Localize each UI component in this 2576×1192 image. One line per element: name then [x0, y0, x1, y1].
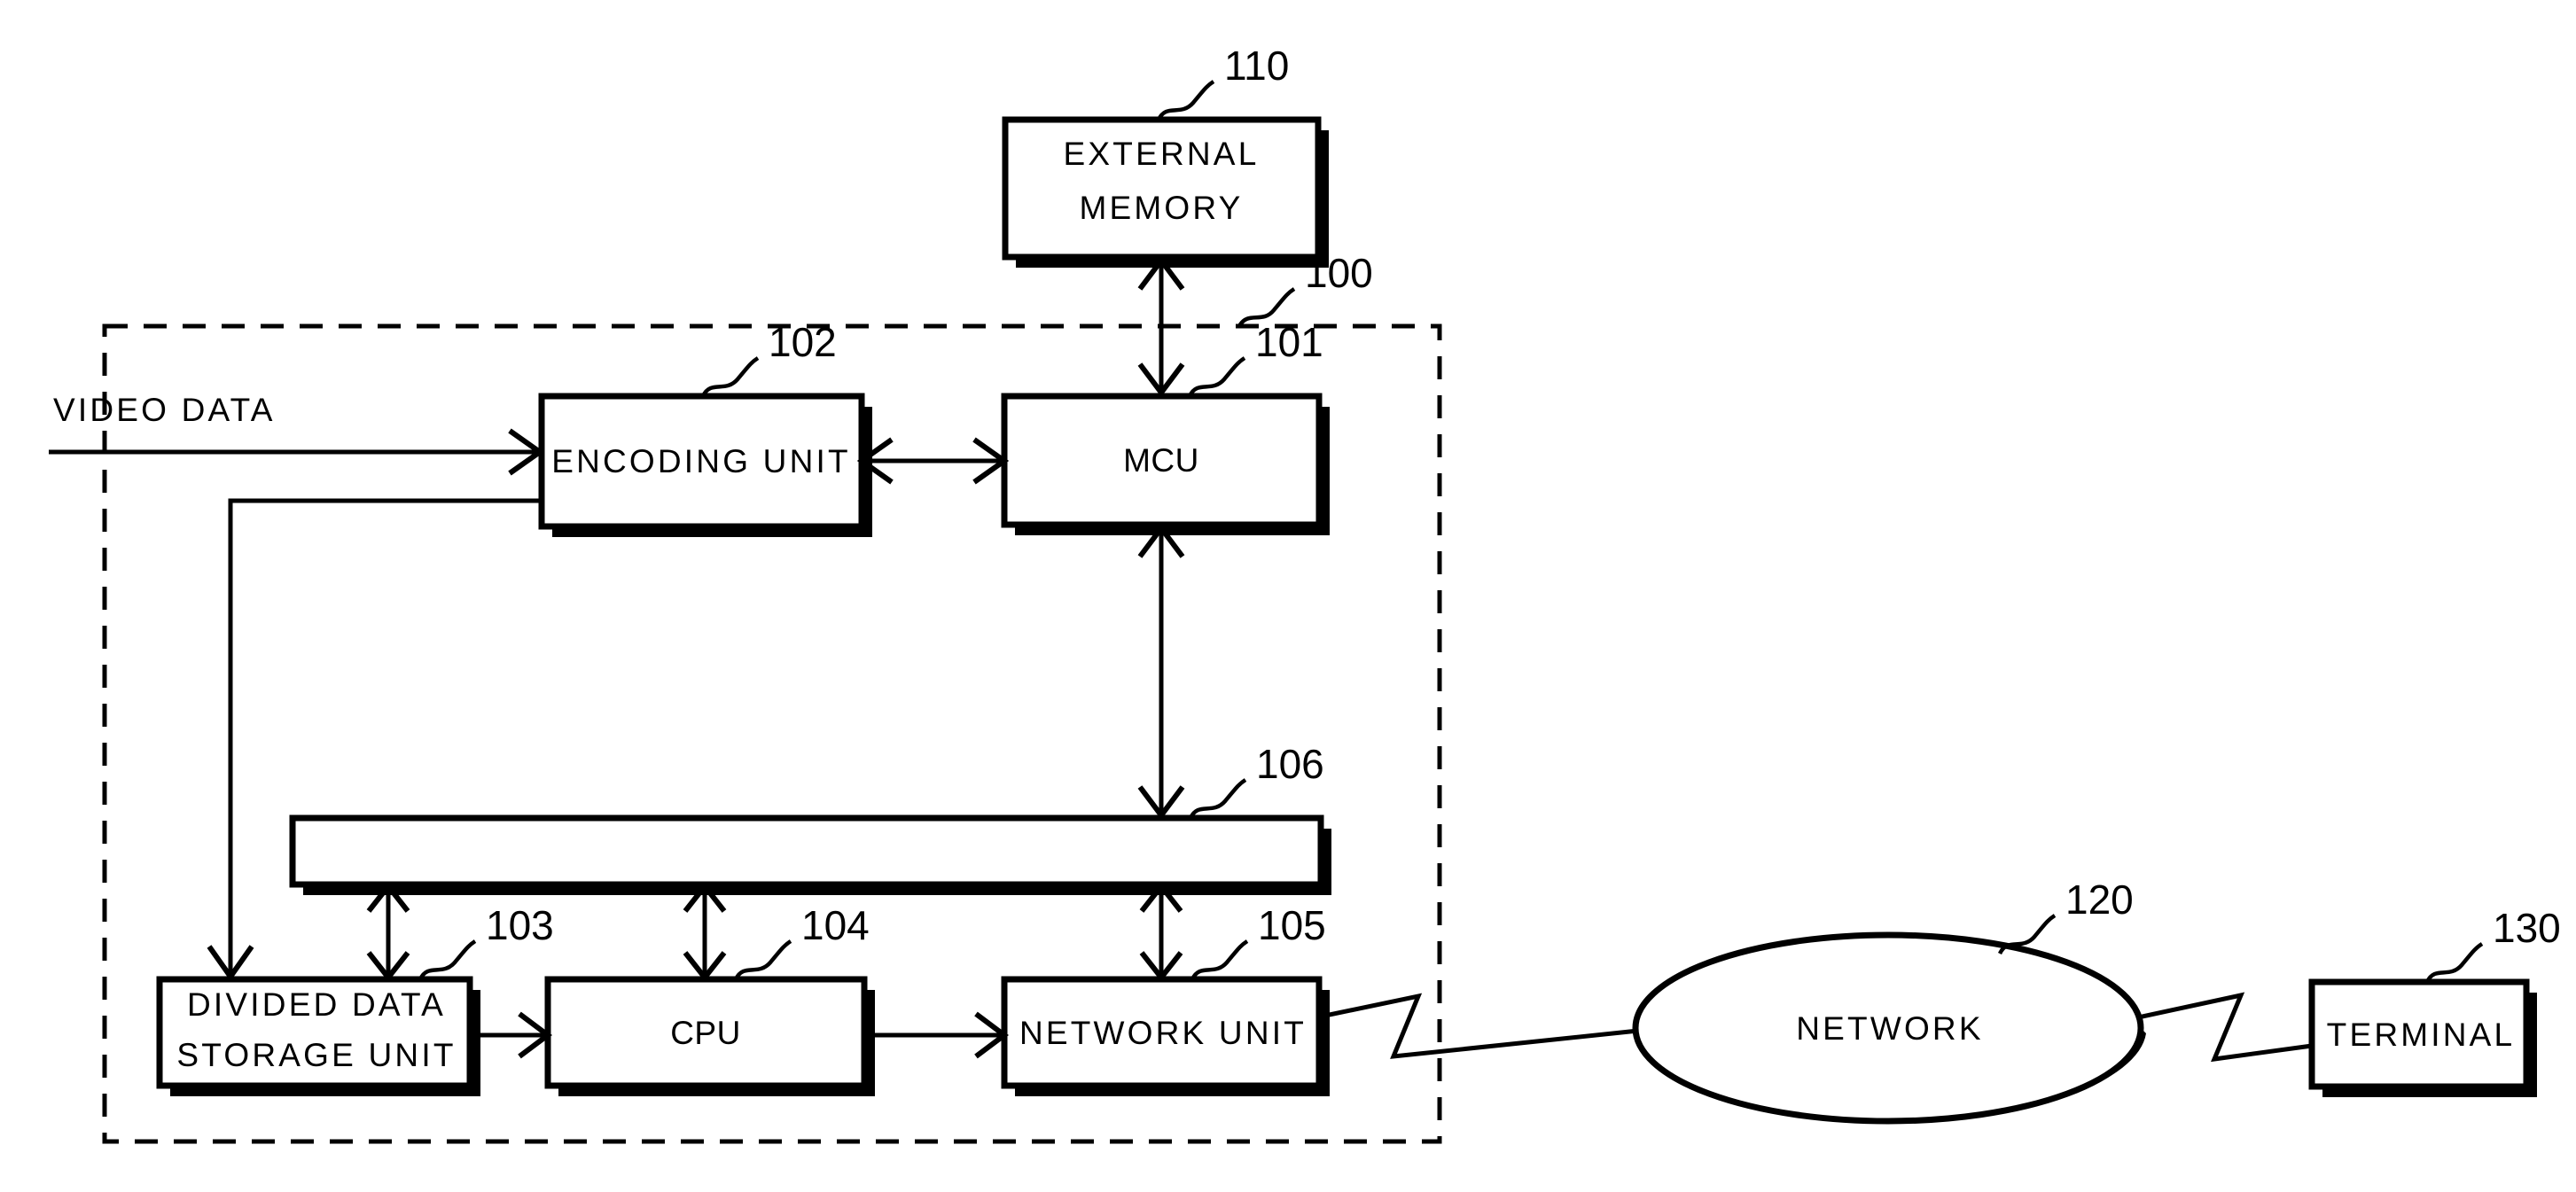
connector-bus-cpu: [683, 882, 727, 982]
connector-storage-cpu: [472, 1011, 552, 1059]
ref-number-130: 130: [2493, 905, 2561, 951]
leader-line-104: [733, 939, 792, 981]
connector-bus-storage: [366, 882, 410, 982]
encoding-unit-label: ENCODING UNIT: [551, 443, 851, 479]
connector-network-terminal: [2137, 992, 2313, 1063]
block-network-unit: NETWORK UNIT 105: [1001, 902, 1330, 1096]
external-memory-label-line2: MEMORY: [1079, 190, 1243, 226]
ref-number-104: 104: [801, 902, 870, 948]
block-encoding-unit: ENCODING UNIT 102: [538, 319, 872, 537]
bus-fill: [293, 818, 1321, 884]
connector-bus-network-unit: [1139, 882, 1183, 982]
cpu-label: CPU: [670, 1015, 741, 1051]
network-label: NETWORK: [1796, 1010, 1984, 1047]
leader-line-101: [1187, 356, 1246, 398]
ref-number-105: 105: [1258, 902, 1326, 948]
figure-canvas: 100 EXTERNAL MEMORY 110 VIDEO DATA ENCOD…: [0, 0, 2576, 1192]
block-mcu: MCU 101: [1001, 319, 1330, 535]
block-external-memory: EXTERNAL MEMORY 110: [1002, 43, 1329, 268]
terminal-label: TERMINAL: [2327, 1017, 2516, 1053]
block-terminal: TERMINAL 130: [2308, 905, 2561, 1097]
ref-number-120: 120: [2065, 876, 2134, 923]
block-network: NETWORK 120: [1632, 876, 2146, 1125]
divided-storage-label-line2: STORAGE UNIT: [176, 1037, 456, 1073]
video-data-label: VIDEO DATA: [53, 392, 276, 428]
ref-number-102: 102: [769, 319, 837, 365]
ref-number-110: 110: [1224, 43, 1289, 89]
video-data-input: VIDEO DATA: [49, 392, 545, 476]
block-diagram-svg: 100 EXTERNAL MEMORY 110 VIDEO DATA ENCOD…: [49, 43, 2561, 1144]
leader-line-102: [700, 356, 760, 398]
leader-line-110: [1156, 80, 1215, 121]
zigzag-break-right: [2137, 992, 2313, 1063]
connector-mcu-bus: [1137, 524, 1185, 820]
divided-storage-label-line1: DIVIDED DATA: [187, 986, 446, 1023]
leader-line-130: [2424, 942, 2484, 984]
leader-line-103: [418, 939, 477, 981]
network-unit-label: NETWORK UNIT: [1019, 1015, 1307, 1051]
connector-cpu-network-unit: [866, 1011, 1009, 1059]
external-memory-label-line1: EXTERNAL: [1064, 136, 1260, 172]
leader-line-106: [1188, 778, 1247, 820]
ref-number-106: 106: [1256, 741, 1324, 787]
zigzag-break-left: [1320, 993, 1639, 1059]
block-bus: 106: [289, 741, 1331, 895]
ref-number-101: 101: [1255, 319, 1323, 365]
block-divided-data-storage: DIVIDED DATA STORAGE UNIT 103: [156, 902, 554, 1096]
ref-number-103: 103: [486, 902, 554, 948]
mcu-label: MCU: [1123, 442, 1199, 479]
connector-network-unit-network: [1320, 993, 1639, 1059]
block-cpu: CPU 104: [544, 902, 875, 1096]
leader-line-105: [1190, 939, 1249, 981]
connector-encoding-mcu: [856, 437, 1010, 485]
